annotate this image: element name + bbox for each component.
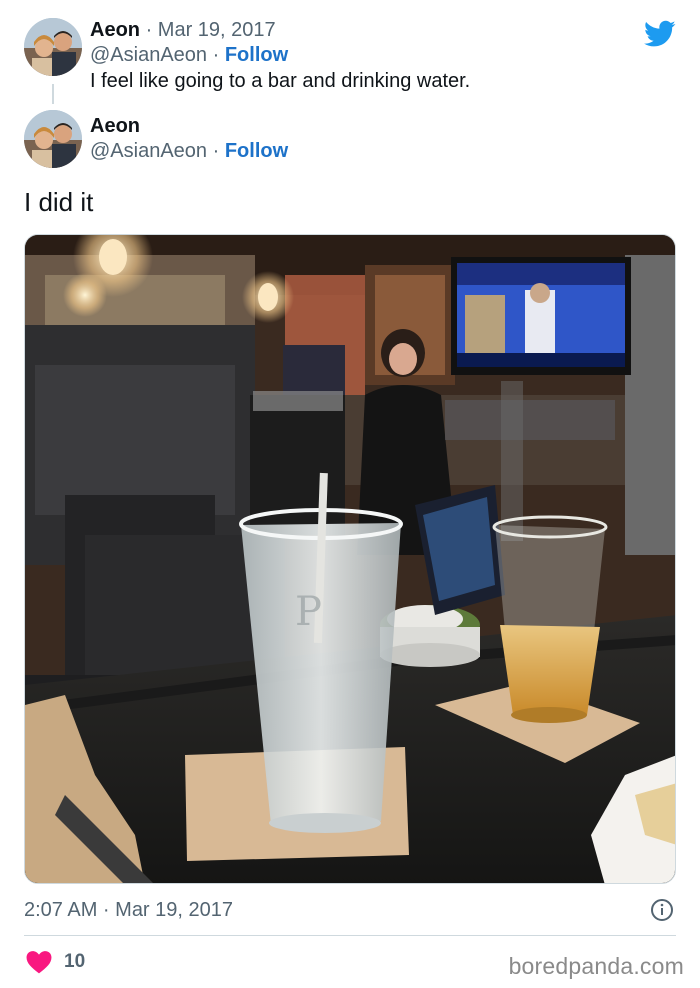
watermark: boredpanda.com xyxy=(508,953,684,979)
avatar[interactable] xyxy=(24,110,82,168)
svg-text:P: P xyxy=(295,589,322,635)
thread-connector xyxy=(52,84,54,104)
follow-button[interactable]: Follow xyxy=(225,140,288,162)
author-handle[interactable]: @AsianAeon xyxy=(90,44,207,66)
like-count: 10 xyxy=(64,951,86,972)
handle-separator: · xyxy=(212,44,220,66)
author-handle[interactable]: @AsianAeon xyxy=(90,140,207,162)
tweet-text: I did it xyxy=(24,187,94,217)
twitter-bird-icon[interactable] xyxy=(644,20,676,48)
author-name[interactable]: Aeon xyxy=(90,115,140,137)
parent-tweet: Aeon · Mar 19, 2017 @AsianAeon · Follow … xyxy=(24,18,470,94)
divider xyxy=(24,935,676,936)
author-name[interactable]: Aeon xyxy=(90,19,140,41)
tweet-text: I feel like going to a bar and drinking … xyxy=(90,70,471,92)
avatar[interactable] xyxy=(24,18,82,76)
reply-tweet-header: Aeon @AsianAeon · Follow xyxy=(24,110,288,168)
follow-button[interactable]: Follow xyxy=(225,44,288,66)
like-button[interactable]: 10 xyxy=(26,950,85,974)
tweet-photo[interactable]: P xyxy=(24,234,676,884)
tweet-date[interactable]: Mar 19, 2017 xyxy=(158,19,276,41)
heart-icon[interactable] xyxy=(26,950,52,974)
handle-separator: · xyxy=(212,140,220,162)
name-separator: · xyxy=(145,19,153,41)
tweet-timestamp[interactable]: 2:07 AM · Mar 19, 2017 xyxy=(24,898,233,922)
info-icon[interactable] xyxy=(650,898,674,922)
